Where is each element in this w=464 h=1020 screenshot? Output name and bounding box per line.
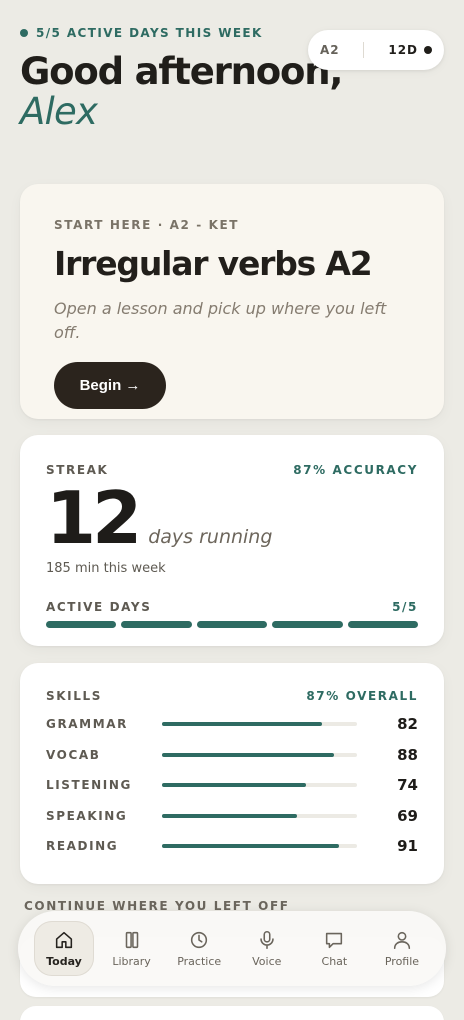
level-badge[interactable]: A2	[320, 43, 340, 57]
tab-chat[interactable]: Chat	[304, 921, 364, 976]
streak-label: STREAK	[46, 463, 109, 477]
skill-progress-fill	[162, 783, 307, 788]
skill-progress-fill	[162, 813, 297, 818]
skill-name: GRAMMAR	[46, 717, 128, 732]
active-day-bar	[196, 621, 268, 628]
active-days-label: ACTIVE DAYS	[46, 600, 152, 614]
skill-name: VOCAB	[46, 747, 101, 762]
skill-progress-track	[162, 752, 357, 757]
tab-label: Practice	[177, 955, 222, 968]
active-days-text: 5/5 ACTIVE DAYS THIS WEEK	[36, 26, 263, 40]
tab-label: Voice	[252, 955, 282, 968]
microphone-icon	[260, 930, 274, 950]
skill-value: 91	[397, 837, 418, 856]
active-dot-icon	[20, 29, 28, 37]
skill-name: READING	[46, 839, 119, 854]
streak-badge[interactable]: 12D	[388, 43, 433, 57]
tab-profile[interactable]: Profile	[372, 921, 432, 976]
begin-button[interactable]: Begin →	[54, 362, 166, 409]
skill-progress-track	[162, 844, 357, 849]
streak-days-suffix: days running	[148, 526, 273, 548]
skills-card: SKILLS 87% OVERALL GRAMMAR 82 VOCAB 88 LISTE…	[20, 663, 444, 884]
skill-row: VOCAB 88	[46, 740, 418, 771]
tab-label: Chat	[321, 955, 348, 968]
header: 5/5 ACTIVE DAYS THIS WEEK Good afternoon…	[20, 26, 444, 176]
tab-voice[interactable]: Voice	[237, 921, 297, 976]
tab-label: Library	[112, 955, 151, 968]
streak-dot-icon	[424, 46, 433, 54]
skill-progress-track	[162, 722, 357, 727]
skill-progress-track	[162, 813, 357, 818]
active-day-bar	[46, 621, 117, 628]
active-day-bar	[347, 621, 419, 628]
library-icon	[125, 931, 138, 949]
skill-progress-fill	[162, 844, 340, 849]
lesson-description: Open a lesson and pick up where you left…	[54, 299, 387, 342]
active-day-bar	[272, 621, 343, 628]
lesson-eyebrow: START HERE · A2 - KET	[54, 218, 240, 232]
skill-row: READING 91	[46, 831, 418, 862]
skill-name: SPEAKING	[46, 808, 128, 823]
skill-progress-fill	[162, 752, 334, 757]
skills-overall: 87% OVERALL	[306, 689, 418, 703]
chat-bubble-icon	[326, 932, 343, 949]
level-streak-pill[interactable]: A2 12D	[308, 30, 444, 70]
bottom-tab-bar: Today Library Practice Voice Chat Profile	[18, 911, 446, 986]
skill-row: SPEAKING 69	[46, 801, 418, 832]
skill-value: 74	[397, 776, 418, 795]
skill-row: GRAMMAR 82	[46, 709, 418, 740]
minutes-this-week: 185 min this week	[46, 561, 166, 576]
clock-icon	[191, 931, 208, 949]
active-days-bars	[46, 621, 419, 628]
skills-label: SKILLS	[46, 689, 102, 703]
active-days-value: 5/5	[392, 600, 418, 614]
skill-row: LISTENING 74	[46, 770, 418, 801]
tab-today[interactable]: Today	[34, 921, 94, 976]
streak-card: STREAK 87% ACCURACY 12 days running 185 …	[20, 435, 444, 646]
user-name: Alex	[20, 90, 98, 133]
skill-progress-track	[162, 783, 357, 788]
streak-days-number: 12	[46, 476, 142, 560]
tab-label: Today	[46, 955, 82, 968]
skill-value: 69	[397, 806, 418, 825]
user-icon	[393, 931, 411, 950]
lesson-card[interactable]: START HERE · A2 - KET Irregular verbs A2…	[20, 184, 444, 419]
skill-value: 82	[397, 715, 418, 734]
accuracy-label: 87% ACCURACY	[293, 463, 418, 477]
tab-label: Profile	[384, 955, 420, 968]
home-icon	[55, 931, 73, 949]
streak-badge-text: 12D	[388, 43, 419, 57]
greeting-text: Good afternoon,	[20, 50, 343, 93]
skill-name: LISTENING	[46, 778, 132, 793]
skill-progress-fill	[162, 722, 322, 727]
skill-value: 88	[397, 745, 418, 764]
skill-list: GRAMMAR 82 VOCAB 88 LISTENING 74 SPEAKING 69 REA…	[46, 709, 418, 862]
tab-library[interactable]: Library	[102, 921, 162, 976]
active-day-bar	[121, 621, 192, 628]
lesson-title: Irregular verbs A2	[54, 244, 373, 283]
continue-card[interactable]	[20, 1006, 444, 1020]
tab-practice[interactable]: Practice	[169, 921, 229, 976]
pill-divider	[363, 42, 365, 58]
